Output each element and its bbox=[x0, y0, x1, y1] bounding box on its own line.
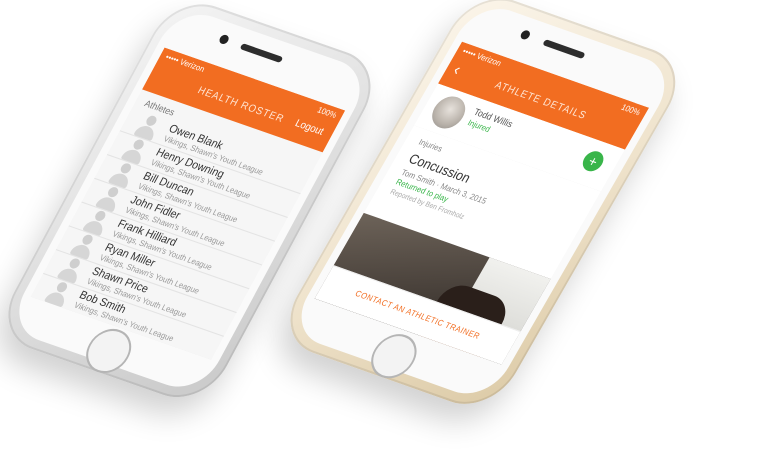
right-phone-body: ••••• Verizon 100% ‹ ATHLETE DETAILS Tod… bbox=[272, 0, 694, 416]
injury-label: Injuries bbox=[416, 137, 445, 154]
athlete-avatar bbox=[425, 92, 472, 133]
battery-label: 100% bbox=[619, 102, 643, 118]
add-icon[interactable]: + bbox=[578, 148, 608, 174]
product-mockup: ••••• Verizon 100% HEALTH ROSTER Logout … bbox=[0, 0, 777, 416]
